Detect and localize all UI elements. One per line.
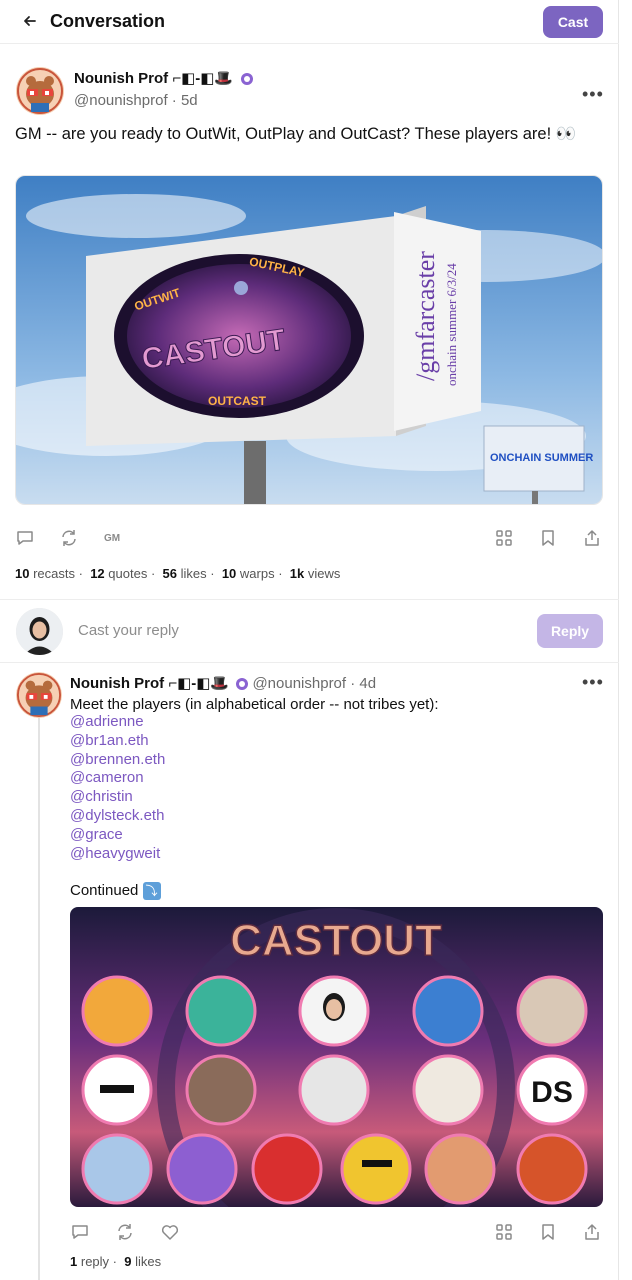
share-icon[interactable] <box>582 528 602 548</box>
cast-image[interactable]: /gmfarcaster onchain summer 6/3/24 OUTWI… <box>15 175 603 505</box>
back-arrow-icon[interactable] <box>20 11 40 31</box>
stat-likes[interactable]: 9 likes <box>121 1254 161 1269</box>
svg-text:DS: DS <box>531 1076 573 1109</box>
author-handle-text: @nounishprof <box>74 92 168 109</box>
cast-button[interactable]: Cast <box>543 6 603 38</box>
reply-recast-icon[interactable] <box>115 1222 135 1242</box>
arrow-down-right-icon: ⤵ <box>142 882 161 901</box>
author-name-text: Nounish Prof ⌐◧-◧🎩 <box>74 70 234 87</box>
billboard-illustration: /gmfarcaster onchain summer 6/3/24 OUTWI… <box>16 176 602 504</box>
author-handle[interactable]: @nounishprof · 5d <box>74 92 198 109</box>
current-user-avatar[interactable] <box>16 608 63 655</box>
reply-grid-icon[interactable] <box>494 1222 514 1242</box>
mention-link[interactable]: @adrienne <box>70 713 165 732</box>
conversation-page: Conversation Cast Nounish Prof ⌐◧-◧🎩 @no… <box>0 0 619 1280</box>
reply-input[interactable]: Cast your reply <box>78 622 179 639</box>
stat-quotes[interactable]: 12 quotes <box>87 566 147 581</box>
oval-word-outcast: OUTCAST <box>208 394 267 408</box>
cast-stats: 10 recasts · 12 quotes · 56 likes · 10 w… <box>15 566 341 581</box>
thread-line <box>38 718 40 1280</box>
author-avatar-image <box>16 67 64 115</box>
mention-link[interactable]: @cameron <box>70 769 165 788</box>
reply-bookmark-icon[interactable] <box>538 1222 558 1242</box>
recast-icon[interactable] <box>59 528 79 548</box>
stat-recasts[interactable]: 10 recasts <box>15 566 75 581</box>
stat-views[interactable]: 1k views <box>286 566 341 581</box>
page-title: Conversation <box>50 11 166 31</box>
divider <box>0 662 619 663</box>
mention-link[interactable]: @heavygweit <box>70 845 165 864</box>
mention-link[interactable]: @br1an.eth <box>70 732 165 751</box>
small-billboard-text: ONCHAIN SUMMER <box>490 452 593 464</box>
mention-link[interactable]: @grace <box>70 826 165 845</box>
verified-badge-icon <box>236 678 249 691</box>
current-user-avatar-image <box>16 608 63 655</box>
stat-warps[interactable]: 10 warps <box>218 566 275 581</box>
continued-label: Continued <box>70 882 139 899</box>
reply-stats: 1 reply · 9 likes <box>70 1254 162 1269</box>
reply-share-icon[interactable] <box>582 1222 602 1242</box>
cast-time: 5d <box>180 92 198 109</box>
reply-button[interactable]: Reply <box>537 614 603 648</box>
stat-replies[interactable]: 1 reply <box>70 1254 109 1269</box>
reply-comment-icon[interactable] <box>70 1222 90 1242</box>
reply-author-name[interactable]: Nounish Prof ⌐◧-◧🎩 <box>70 675 229 692</box>
mention-link[interactable]: @brennen.eth <box>70 751 165 770</box>
verified-badge-icon <box>241 73 254 86</box>
bookmark-icon[interactable] <box>538 528 558 548</box>
mention-list: @adrienne @br1an.eth @brennen.eth @camer… <box>70 713 165 863</box>
mention-link[interactable]: @dylsteck.eth <box>70 807 165 826</box>
gm-reaction-button[interactable]: GM <box>104 533 120 544</box>
reply-author-avatar-image <box>16 672 62 718</box>
side-subtext: onchain summer 6/3/24 <box>444 263 459 386</box>
stat-likes[interactable]: 56 likes <box>159 566 207 581</box>
comment-icon[interactable] <box>15 528 35 548</box>
castout-players-illustration: CASTOUT DS <box>70 907 603 1207</box>
author-avatar[interactable] <box>16 67 64 115</box>
heart-icon[interactable] <box>160 1222 180 1242</box>
continued-text: Continued ⤵ <box>70 882 161 901</box>
reply-author-handle[interactable]: @nounishprof <box>252 675 346 692</box>
reply-author-avatar[interactable] <box>16 672 62 718</box>
side-text: /gmfarcaster <box>411 251 440 381</box>
reply-text: Meet the players (in alphabetical order … <box>70 696 439 713</box>
more-options-icon[interactable]: ••• <box>582 84 604 105</box>
author-name[interactable]: Nounish Prof ⌐◧-◧🎩 <box>74 69 254 87</box>
reply-time: 4d <box>359 675 377 692</box>
cast-text: GM -- are you ready to OutWit, OutPlay a… <box>15 125 577 143</box>
mention-link[interactable]: @christin <box>70 788 165 807</box>
grid-icon[interactable] <box>494 528 514 548</box>
reply-more-options-icon[interactable]: ••• <box>582 672 604 693</box>
reply-image[interactable]: CASTOUT DS <box>70 907 603 1207</box>
reply-composer: Cast your reply Reply <box>0 600 619 663</box>
reply-image-title: CASTOUT <box>230 916 442 965</box>
reply-header: Nounish Prof ⌐◧-◧🎩 @nounishprof · 4d <box>70 675 377 692</box>
header: Conversation Cast <box>0 0 619 44</box>
